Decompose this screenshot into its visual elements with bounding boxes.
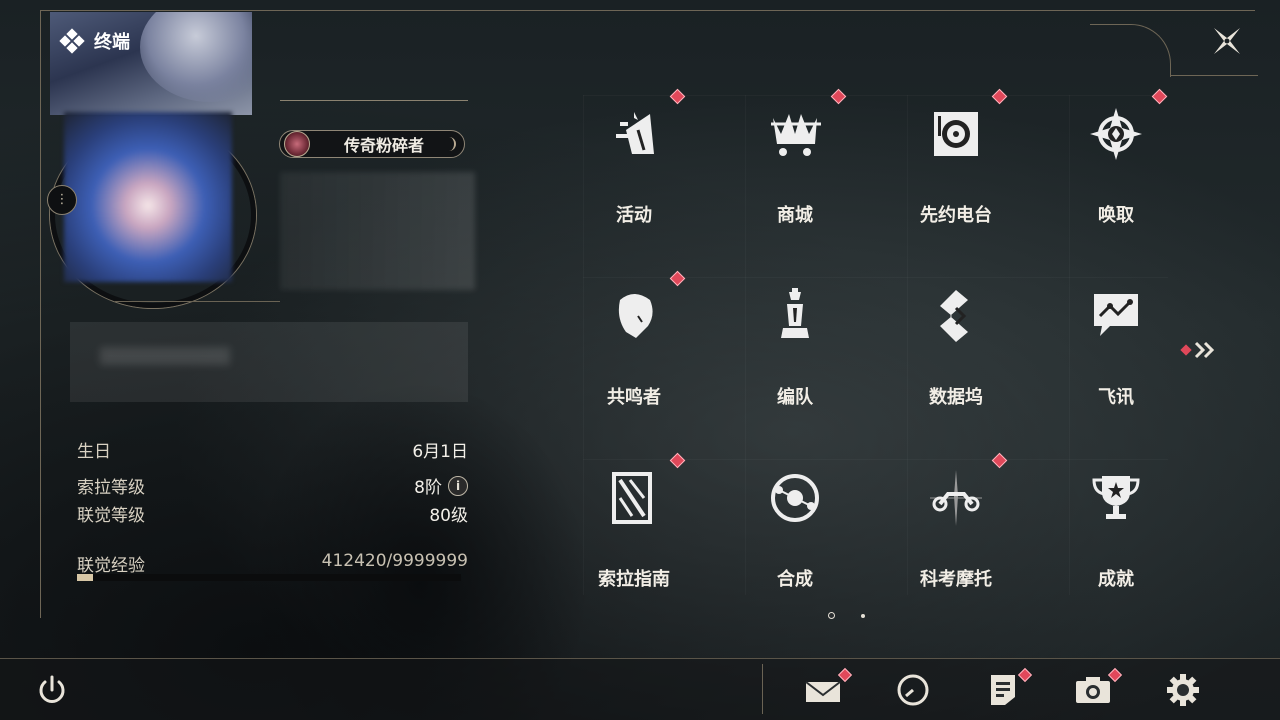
clock-icon[interactable] bbox=[893, 671, 933, 709]
sola-level-label: 索拉等级 bbox=[77, 478, 145, 498]
shop-crown-cart-icon bbox=[765, 104, 825, 164]
menu-item-10[interactable]: 合成 bbox=[745, 468, 845, 598]
menu-item-label: 共鸣者 bbox=[607, 387, 661, 408]
union-exp-label: 联觉经验 bbox=[77, 556, 145, 576]
frame-corner-line bbox=[1170, 75, 1258, 76]
union-exp-row: 联觉经验 412420/9999999 bbox=[77, 551, 468, 576]
badge-divider bbox=[280, 100, 468, 101]
header-moon-art bbox=[140, 12, 252, 102]
title-badge[interactable]: 传奇粉碎者 bbox=[279, 130, 465, 158]
union-exp-bar bbox=[77, 574, 461, 581]
menu-item-label: 唤取 bbox=[1098, 205, 1134, 226]
page-title: 终端 bbox=[59, 28, 130, 54]
blurred-name-area bbox=[280, 172, 475, 290]
menu-item-label: 合成 bbox=[777, 569, 813, 590]
menu-item-6[interactable]: 编队 bbox=[745, 286, 845, 416]
menu-item-4[interactable]: 唤取 bbox=[1066, 88, 1168, 234]
trophy-icon bbox=[1086, 468, 1146, 528]
menu-item-label: 先约电台 bbox=[920, 205, 992, 226]
resonator-portrait-icon bbox=[604, 286, 664, 346]
badge-emblem-icon bbox=[284, 131, 310, 157]
menu-item-8[interactable]: 飞讯 bbox=[1066, 286, 1166, 416]
bottom-bar-divider bbox=[762, 664, 763, 714]
motorcycle-icon bbox=[926, 468, 986, 528]
page-dot[interactable] bbox=[861, 613, 865, 618]
menu-item-label: 飞讯 bbox=[1098, 387, 1134, 408]
title-badge-label: 传奇粉碎者 bbox=[344, 136, 425, 155]
menu-item-5[interactable]: 共鸣者 bbox=[584, 270, 686, 416]
menu-item-9[interactable]: 索拉指南 bbox=[584, 452, 686, 598]
sola-level-value-group: 8阶 i bbox=[414, 473, 468, 498]
menu-item-3[interactable]: 先约电台 bbox=[906, 88, 1008, 234]
menu-item-label: 索拉指南 bbox=[598, 569, 670, 590]
union-exp-bar-fill bbox=[77, 574, 93, 581]
frame-left-line bbox=[40, 10, 41, 618]
page-title-text: 终端 bbox=[94, 32, 130, 53]
badge-tip-decoration bbox=[447, 137, 456, 151]
birthday-label: 生日 bbox=[77, 442, 111, 462]
menu-item-11[interactable]: 科考摩托 bbox=[906, 452, 1008, 598]
page-dot-active[interactable] bbox=[828, 612, 835, 619]
menu-item-label: 编队 bbox=[777, 387, 813, 408]
camera-icon[interactable] bbox=[1073, 671, 1113, 709]
frame-corner-curve bbox=[1090, 24, 1171, 77]
menu-item-12[interactable]: 成就 bbox=[1066, 468, 1166, 598]
menu-item-label: 科考摩托 bbox=[920, 569, 992, 590]
radio-turntable-icon bbox=[926, 104, 986, 164]
menu-item-2[interactable]: 商城 bbox=[745, 88, 847, 234]
birthday-value: 6月1日 bbox=[412, 442, 468, 462]
menu-item-label: 商城 bbox=[777, 205, 813, 226]
sola-level-row: 索拉等级 8阶 i bbox=[77, 473, 468, 498]
settings-gear-icon[interactable] bbox=[1163, 671, 1203, 709]
union-level-value: 80级 bbox=[429, 506, 468, 526]
power-icon[interactable] bbox=[35, 673, 69, 707]
notes-icon[interactable] bbox=[983, 671, 1023, 709]
page-indicator bbox=[828, 612, 865, 619]
union-exp-value: 412420/9999999 bbox=[321, 551, 468, 571]
menu-item-label: 成就 bbox=[1098, 569, 1134, 590]
guidebook-icon bbox=[604, 468, 664, 528]
menu-item-1[interactable]: 活动 bbox=[584, 88, 686, 234]
info-icon[interactable]: i bbox=[448, 475, 468, 496]
synthesis-orbit-icon bbox=[765, 468, 825, 528]
convene-compass-icon bbox=[1086, 104, 1146, 164]
avatar-edit-button[interactable]: ⋮ bbox=[47, 185, 77, 215]
union-level-row: 联觉等级 80级 bbox=[77, 501, 468, 526]
chess-team-icon bbox=[765, 286, 825, 346]
events-icon bbox=[604, 104, 664, 164]
menu-item-label: 数据坞 bbox=[929, 387, 983, 408]
terminal-diamonds-icon bbox=[59, 28, 85, 54]
sola-level-value: 8阶 bbox=[414, 478, 442, 498]
menu-item-label: 活动 bbox=[616, 205, 652, 226]
next-page-button[interactable] bbox=[1180, 338, 1220, 362]
frame-top-line bbox=[40, 10, 1255, 11]
data-dock-icon bbox=[926, 286, 986, 346]
blurred-signature-area[interactable] bbox=[70, 322, 468, 402]
menu-item-7[interactable]: 数据坞 bbox=[906, 286, 1006, 416]
close-x-icon[interactable] bbox=[1210, 24, 1244, 58]
message-chat-icon bbox=[1086, 286, 1146, 346]
birthday-row: 生日 6月1日 bbox=[77, 437, 468, 462]
profile-divider bbox=[115, 301, 280, 302]
mail-icon[interactable] bbox=[803, 671, 843, 709]
avatar[interactable] bbox=[64, 112, 232, 282]
union-level-label: 联觉等级 bbox=[77, 506, 145, 526]
